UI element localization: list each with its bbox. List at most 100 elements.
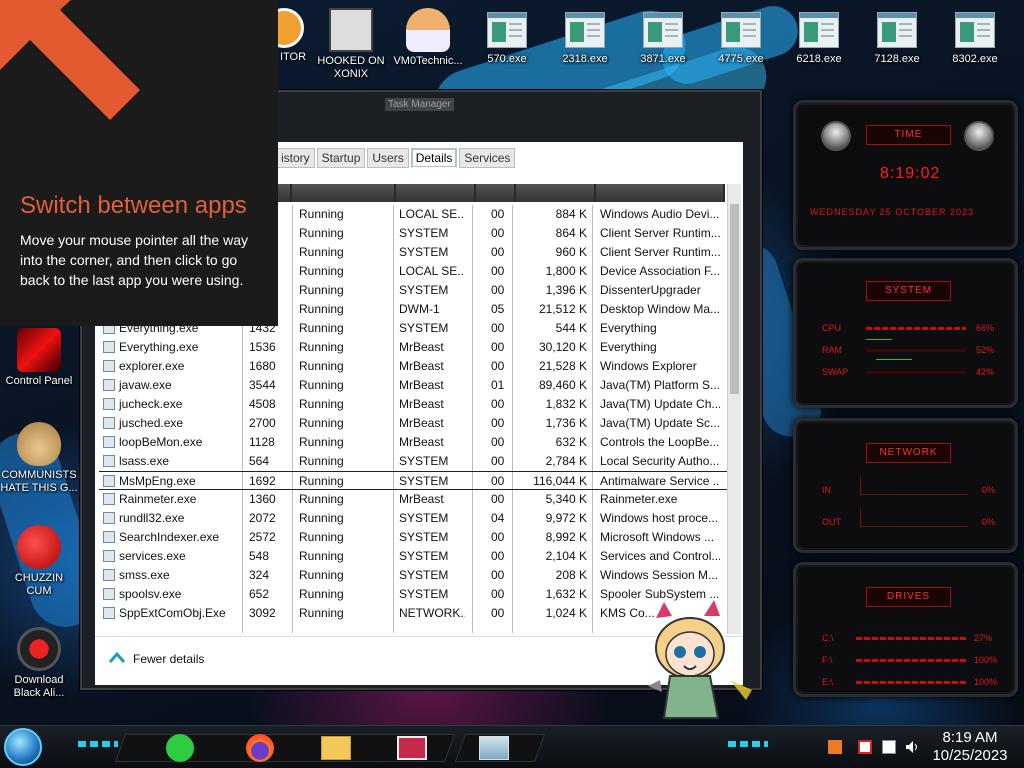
desktop-icon-8302-exe[interactable]: 8302.exe <box>933 8 1017 66</box>
desktop-icon-6218-exe[interactable]: 6218.exe <box>777 8 861 66</box>
process-memory: 8,992 K <box>545 530 587 544</box>
vertical-scrollbar[interactable] <box>727 184 741 634</box>
process-row[interactable]: spoolsv.exe 652 Running SYSTEM 00 1,632 K Spoo… <box>99 585 727 604</box>
tab-services[interactable]: Services <box>459 148 516 168</box>
ram-graph-line <box>876 359 912 360</box>
desktop-icon-communists[interactable]: COMMUNISTS HATE THIS G... <box>0 422 81 495</box>
java-tray-icon[interactable] <box>828 740 842 754</box>
desktop-icon-4775-exe[interactable]: 4775.exe <box>699 8 783 66</box>
process-description: Desktop Window Ma... <box>600 302 720 316</box>
process-pid: 1680 <box>249 359 276 373</box>
time-readout: 8:19:02 <box>880 165 941 182</box>
process-description: Spooler SubSystem ... <box>600 587 720 601</box>
process-row[interactable]: services.exe 548 Running SYSTEM 00 2,104 K Ser… <box>99 547 727 566</box>
process-name-text: lsass.exe <box>119 454 170 468</box>
network-in-label: IN <box>822 485 831 495</box>
process-status: Running <box>299 321 344 335</box>
process-name: lsass.exe <box>103 454 241 468</box>
process-status: Running <box>299 511 344 525</box>
fewer-details-label: Fewer details <box>133 651 205 666</box>
desktop-icon-570-exe[interactable]: 570.exe <box>465 8 549 66</box>
action-center-flag-icon[interactable] <box>858 740 872 754</box>
desktop-icon-3871-exe[interactable]: 3871.exe <box>621 8 705 66</box>
process-name: jusched.exe <box>103 416 241 430</box>
process-memory: 9,972 K <box>545 511 587 525</box>
network-in-value: 0% <box>982 485 996 495</box>
money-bag-icon <box>17 422 61 466</box>
desktop-icon-download-black-ali[interactable]: Download Black Ali... <box>0 627 81 700</box>
desktop-icon-control-panel[interactable]: Control Panel <box>0 328 81 388</box>
process-row[interactable]: explorer.exe 1680 Running MrBeast 00 21,528 K… <box>99 357 727 376</box>
ram-label: RAM <box>822 345 842 355</box>
process-row[interactable]: jusched.exe 2700 Running MrBeast 00 1,736 K Ja… <box>99 414 727 433</box>
process-icon <box>103 531 115 543</box>
taskbar-app-task-manager[interactable] <box>472 732 516 764</box>
scrollbar-thumb[interactable] <box>730 204 739 394</box>
window-title: Task Manager <box>385 98 454 111</box>
process-description: Windows host proce... <box>600 511 719 525</box>
fewer-details-button[interactable]: Fewer details <box>108 651 205 666</box>
process-row[interactable]: rundll32.exe 2072 Running SYSTEM 04 9,972 K Wi… <box>99 509 727 528</box>
process-description: DissenterUpgrader <box>600 283 701 297</box>
process-icon <box>103 475 115 487</box>
tab-startup[interactable]: Startup <box>316 148 366 168</box>
start-orb-icon <box>4 728 42 766</box>
process-memory: 208 K <box>555 568 587 582</box>
process-row[interactable]: Rainmeter.exe 1360 Running MrBeast 00 5,340 K… <box>99 490 727 509</box>
desktop-icon-2318-exe[interactable]: 2318.exe <box>543 8 627 66</box>
process-memory: 1,632 K <box>545 587 587 601</box>
process-icon <box>103 341 115 353</box>
process-description: Services and Control... <box>600 549 720 563</box>
desktop-icon-chuzzin[interactable]: CHUZZIN CUM <box>0 525 81 598</box>
doctor-icon <box>406 8 450 52</box>
process-pid: 3092 <box>249 606 276 620</box>
process-name-text: explorer.exe <box>119 359 185 373</box>
process-icon <box>103 360 115 372</box>
tab-details[interactable]: Details <box>410 148 458 168</box>
process-user: SYSTEM <box>399 226 449 240</box>
process-status: Running <box>299 207 344 221</box>
process-row[interactable]: jucheck.exe 4508 Running MrBeast 00 1,832 K Ja… <box>99 395 727 414</box>
taskbar-clock[interactable]: 8:19 AM 10/25/2023 <box>922 729 1018 765</box>
process-row[interactable]: SppExtComObj.Exe 3092 Running NETWORK... 00 1… <box>99 604 727 623</box>
tab-users[interactable]: Users <box>367 148 409 168</box>
process-row[interactable]: lsass.exe 564 Running SYSTEM 00 2,784 K Local … <box>99 452 727 471</box>
taskbar-app-notes[interactable] <box>158 732 202 764</box>
process-row[interactable]: javaw.exe 3544 Running MrBeast 01 89,460 K Jav… <box>99 376 727 395</box>
network-icon[interactable] <box>882 740 896 754</box>
process-row[interactable]: smss.exe 324 Running SYSTEM 00 208 K Windows S… <box>99 566 727 585</box>
desktop-icon-hooked-on-xonix[interactable]: HOOKED ON XONIX <box>309 8 393 81</box>
process-row[interactable]: MsMpEng.exe 1692 Running SYSTEM 00 116,044 K A… <box>99 471 727 490</box>
process-row[interactable]: SearchIndexer.exe 2572 Running SYSTEM 00 8,99… <box>99 528 727 547</box>
process-status: Running <box>299 474 344 488</box>
process-cpu: 00 <box>491 568 505 582</box>
process-row[interactable]: loopBeMon.exe 1128 Running MrBeast 00 632 K Co… <box>99 433 727 452</box>
column-header-status[interactable] <box>292 184 396 202</box>
ram-value: 52% <box>976 345 995 355</box>
process-pid: 1360 <box>249 492 276 506</box>
column-header-description[interactable] <box>596 184 725 202</box>
process-pid: 1536 <box>249 340 276 354</box>
start-orb-button[interactable] <box>4 728 46 768</box>
taskbar-app-file-explorer[interactable] <box>314 732 358 764</box>
taskbar-app-media[interactable] <box>390 732 434 764</box>
volume-icon[interactable] <box>905 740 919 754</box>
taskbar-app-firefox[interactable] <box>238 732 282 764</box>
process-name: spoolsv.exe <box>103 587 241 601</box>
column-header-memory[interactable] <box>516 184 596 202</box>
process-name: SearchIndexer.exe <box>103 530 241 544</box>
clock-time: 8:19 AM <box>942 729 998 746</box>
process-name-text: MsMpEng.exe <box>119 474 196 488</box>
process-cpu: 00 <box>491 397 505 411</box>
process-row[interactable]: Everything.exe 1536 Running MrBeast 00 30,120… <box>99 338 727 357</box>
process-user: SYSTEM <box>399 568 449 582</box>
process-status: Running <box>299 340 344 354</box>
column-header-cpu[interactable] <box>476 184 516 202</box>
desktop-icon-vm0technic[interactable]: VM0Technic... <box>386 8 470 68</box>
network-widget: NETWORK IN 0% OUT 0% <box>793 418 1018 553</box>
column-header-username[interactable] <box>396 184 476 202</box>
process-status: Running <box>299 283 344 297</box>
desktop-icon-7128-exe[interactable]: 7128.exe <box>855 8 939 66</box>
tab-app-history[interactable]: istory <box>276 148 315 168</box>
process-cpu: 00 <box>491 359 505 373</box>
